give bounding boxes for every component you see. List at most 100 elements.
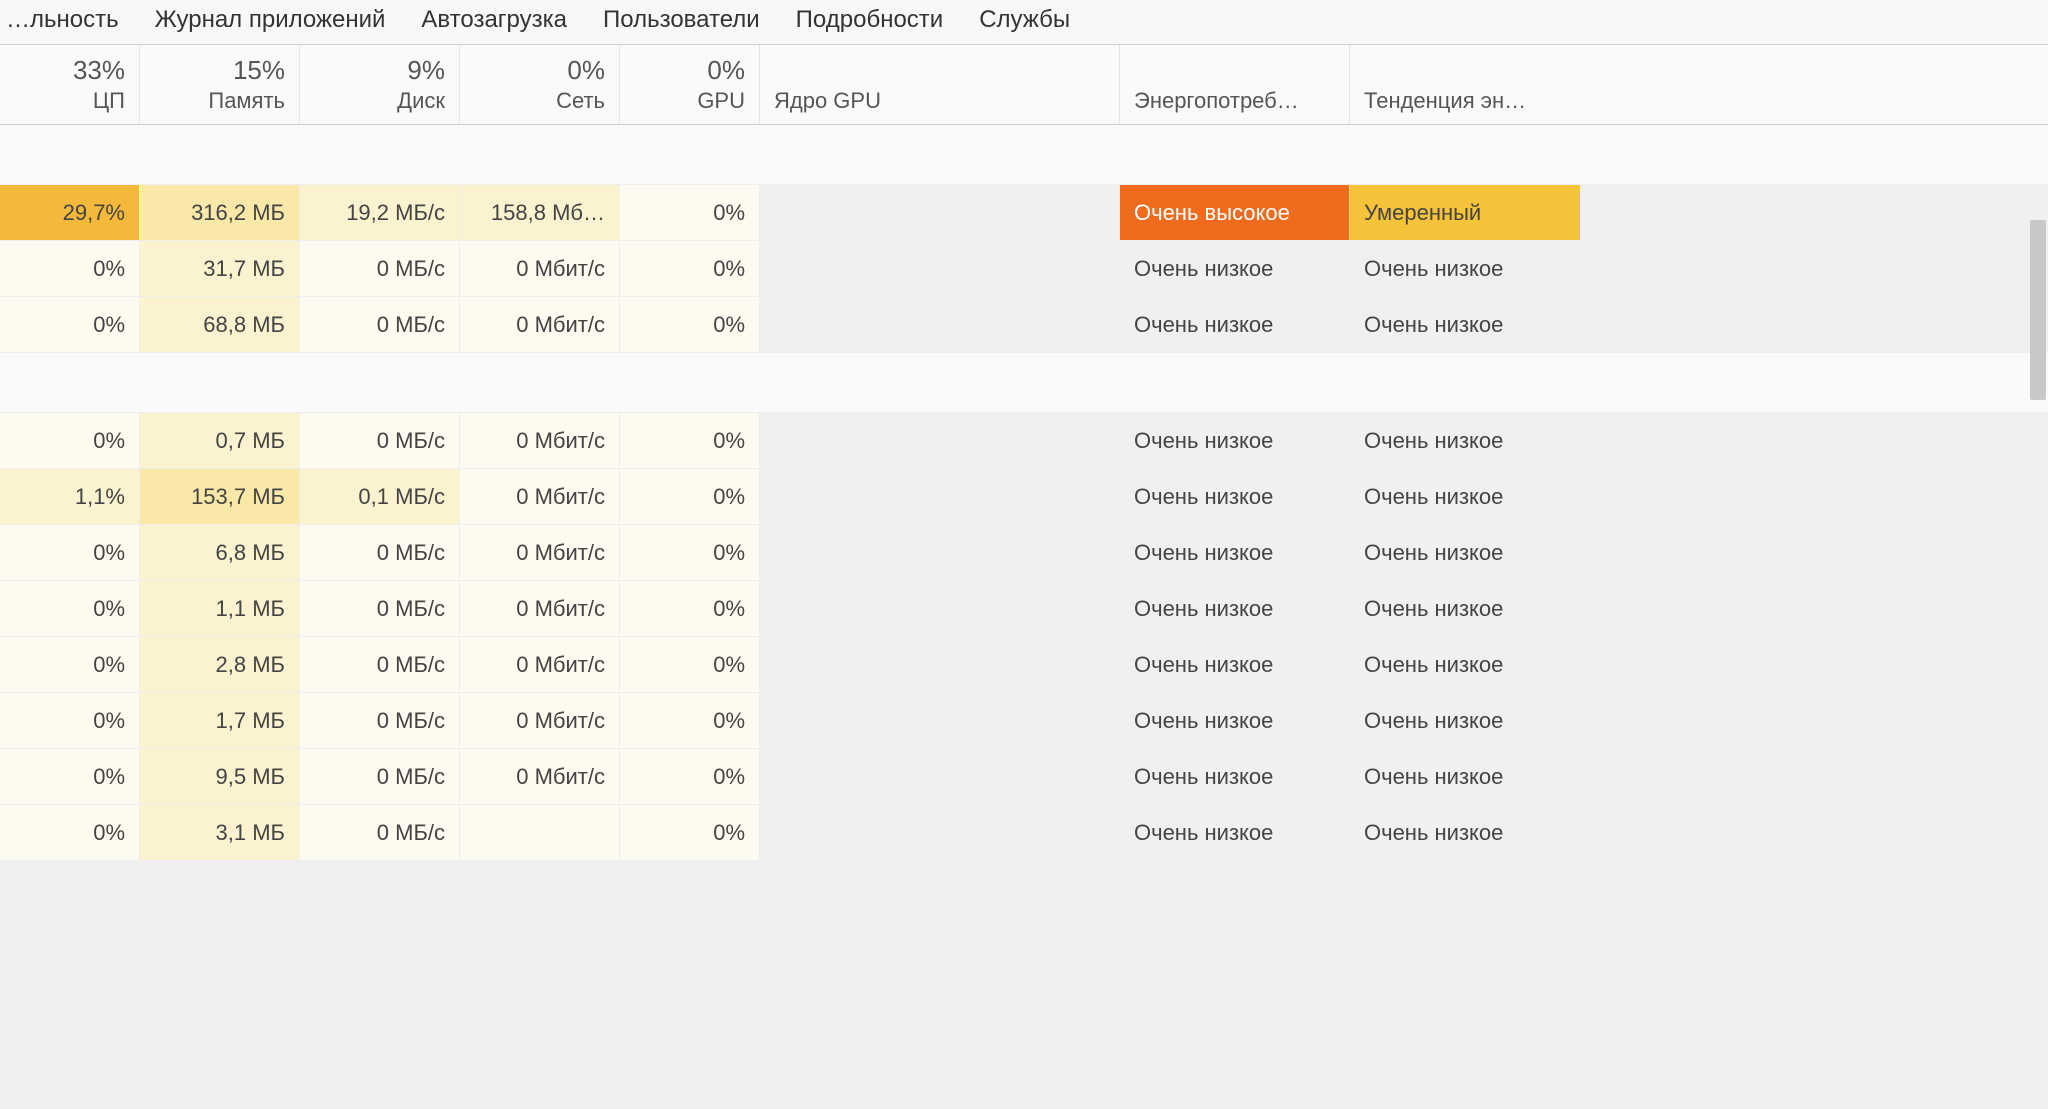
- col-header-gpu-engine[interactable]: Ядро GPU: [760, 45, 1120, 124]
- table-row[interactable]: 0%0,7 МБ0 МБ/с0 Мбит/с0%Очень низкоеОчен…: [0, 413, 2048, 469]
- cell-gpu: 0%: [620, 185, 760, 240]
- cell-power-usage: Очень низкое: [1120, 749, 1350, 804]
- cell-memory: 0,7 МБ: [140, 413, 300, 468]
- cell-power-usage: Очень низкое: [1120, 297, 1350, 352]
- tab-users[interactable]: Пользователи: [597, 4, 766, 36]
- network-usage-percent: 0%: [466, 55, 605, 86]
- cell-gpu-engine: [760, 637, 1120, 692]
- cell-power-usage: Очень высокое: [1120, 185, 1350, 240]
- cell-memory: 316,2 МБ: [140, 185, 300, 240]
- cell-cpu: 0%: [0, 637, 140, 692]
- cell-network: 0 Мбит/с: [460, 693, 620, 748]
- cpu-label: ЦП: [6, 88, 125, 114]
- gpu-usage-percent: 0%: [626, 55, 745, 86]
- cell-gpu-engine: [760, 749, 1120, 804]
- memory-usage-percent: 15%: [146, 55, 285, 86]
- taskmgr-tabs: …льность Журнал приложений Автозагрузка …: [0, 0, 2048, 45]
- cell-memory: 153,7 МБ: [140, 469, 300, 524]
- cell-memory: 9,5 МБ: [140, 749, 300, 804]
- cell-gpu-engine: [760, 185, 1120, 240]
- cell-gpu: 0%: [620, 469, 760, 524]
- table-row[interactable]: 0%31,7 МБ0 МБ/с0 Мбит/с0%Очень низкоеОче…: [0, 241, 2048, 297]
- col-header-disk[interactable]: 9% Диск: [300, 45, 460, 124]
- col-header-cpu[interactable]: 33% ЦП: [0, 45, 140, 124]
- cell-network: 158,8 Мб…: [460, 185, 620, 240]
- cell-cpu: 1,1%: [0, 469, 140, 524]
- column-headers: 33% ЦП 15% Память 9% Диск 0% Сеть 0% GPU…: [0, 45, 2048, 125]
- col-header-gpu[interactable]: 0% GPU: [620, 45, 760, 124]
- cell-gpu: 0%: [620, 241, 760, 296]
- cell-cpu: 0%: [0, 525, 140, 580]
- cell-power-usage: Очень низкое: [1120, 581, 1350, 636]
- memory-label: Память: [146, 88, 285, 114]
- cell-gpu: 0%: [620, 805, 760, 860]
- cell-power-trend: Очень низкое: [1350, 297, 1580, 352]
- cell-cpu: 29,7%: [0, 185, 140, 240]
- cell-disk: 19,2 МБ/с: [300, 185, 460, 240]
- cell-cpu: 0%: [0, 241, 140, 296]
- cell-gpu-engine: [760, 805, 1120, 860]
- table-row[interactable]: 0%68,8 МБ0 МБ/с0 Мбит/с0%Очень низкоеОче…: [0, 297, 2048, 353]
- cell-power-usage: Очень низкое: [1120, 469, 1350, 524]
- table-body: 29,7%316,2 МБ19,2 МБ/с158,8 Мб…0%Очень в…: [0, 125, 2048, 861]
- tab-details[interactable]: Подробности: [790, 4, 950, 36]
- table-row[interactable]: 0%6,8 МБ0 МБ/с0 Мбит/с0%Очень низкоеОчен…: [0, 525, 2048, 581]
- cell-memory: 68,8 МБ: [140, 297, 300, 352]
- cell-power-trend: Очень низкое: [1350, 413, 1580, 468]
- table-row[interactable]: 29,7%316,2 МБ19,2 МБ/с158,8 Мб…0% Очень в…: [0, 185, 2048, 241]
- scrollbar-thumb[interactable]: [2030, 220, 2046, 400]
- cell-gpu: 0%: [620, 637, 760, 692]
- cell-disk: 0,1 МБ/с: [300, 469, 460, 524]
- cell-cpu: 0%: [0, 413, 140, 468]
- network-label: Сеть: [466, 88, 605, 114]
- cell-network: 0 Мбит/с: [460, 413, 620, 468]
- cell-network: 0 Мбит/с: [460, 581, 620, 636]
- col-header-power-trend[interactable]: Тенденция эн…: [1350, 45, 1580, 124]
- cell-gpu: 0%: [620, 693, 760, 748]
- tab-startup[interactable]: Автозагрузка: [415, 4, 573, 36]
- power-trend-label: Тенденция эн…: [1364, 88, 1566, 114]
- cell-disk: 0 МБ/с: [300, 693, 460, 748]
- table-row[interactable]: 0%1,1 МБ0 МБ/с0 Мбит/с0%Очень низкоеОчен…: [0, 581, 2048, 637]
- cell-power-trend: Очень низкое: [1350, 581, 1580, 636]
- tab-services[interactable]: Службы: [973, 4, 1076, 36]
- cell-cpu: 0%: [0, 805, 140, 860]
- cell-network: 0 Мбит/с: [460, 637, 620, 692]
- col-header-memory[interactable]: 15% Память: [140, 45, 300, 124]
- table-row[interactable]: 1,1%153,7 МБ0,1 МБ/с0 Мбит/с0%Очень низк…: [0, 469, 2048, 525]
- col-header-network[interactable]: 0% Сеть: [460, 45, 620, 124]
- table-row[interactable]: 0%2,8 МБ0 МБ/с0 Мбит/с0%Очень низкоеОчен…: [0, 637, 2048, 693]
- cell-network: 0 Мбит/с: [460, 241, 620, 296]
- col-header-power[interactable]: Энергопотреб…: [1120, 45, 1350, 124]
- cell-disk: 0 МБ/с: [300, 805, 460, 860]
- table-row[interactable]: 0%9,5 МБ0 МБ/с0 Мбит/с0%Очень низкоеОчен…: [0, 749, 2048, 805]
- gpu-engine-label: Ядро GPU: [774, 88, 1105, 114]
- cell-memory: 1,7 МБ: [140, 693, 300, 748]
- cell-cpu: 0%: [0, 749, 140, 804]
- cell-disk: 0 МБ/с: [300, 297, 460, 352]
- cell-gpu: 0%: [620, 297, 760, 352]
- disk-usage-percent: 9%: [306, 55, 445, 86]
- cell-power-usage: Очень низкое: [1120, 413, 1350, 468]
- cell-cpu: 0%: [0, 693, 140, 748]
- cell-power-usage: Очень низкое: [1120, 637, 1350, 692]
- cell-disk: 0 МБ/с: [300, 637, 460, 692]
- power-label: Энергопотреб…: [1134, 88, 1335, 114]
- cell-gpu: 0%: [620, 525, 760, 580]
- cell-gpu-engine: [760, 525, 1120, 580]
- cell-power-trend: Очень низкое: [1350, 525, 1580, 580]
- cell-cpu: 0%: [0, 581, 140, 636]
- tab-performance[interactable]: …льность: [0, 4, 125, 36]
- cell-power-trend: Очень низкое: [1350, 749, 1580, 804]
- cell-power-trend: Очень низкое: [1350, 693, 1580, 748]
- cell-power-usage: Очень низкое: [1120, 805, 1350, 860]
- cell-power-usage: Очень низкое: [1120, 693, 1350, 748]
- cell-power-trend: Очень низкое: [1350, 241, 1580, 296]
- cell-cpu: 0%: [0, 297, 140, 352]
- cell-gpu-engine: [760, 693, 1120, 748]
- table-row[interactable]: 0%1,7 МБ0 МБ/с0 Мбит/с0%Очень низкоеОчен…: [0, 693, 2048, 749]
- table-row[interactable]: 0%3,1 МБ0 МБ/с0%Очень низкоеОчень низкое: [0, 805, 2048, 861]
- tab-app-history[interactable]: Журнал приложений: [149, 4, 392, 36]
- cpu-usage-percent: 33%: [6, 55, 125, 86]
- cell-network: [460, 805, 620, 860]
